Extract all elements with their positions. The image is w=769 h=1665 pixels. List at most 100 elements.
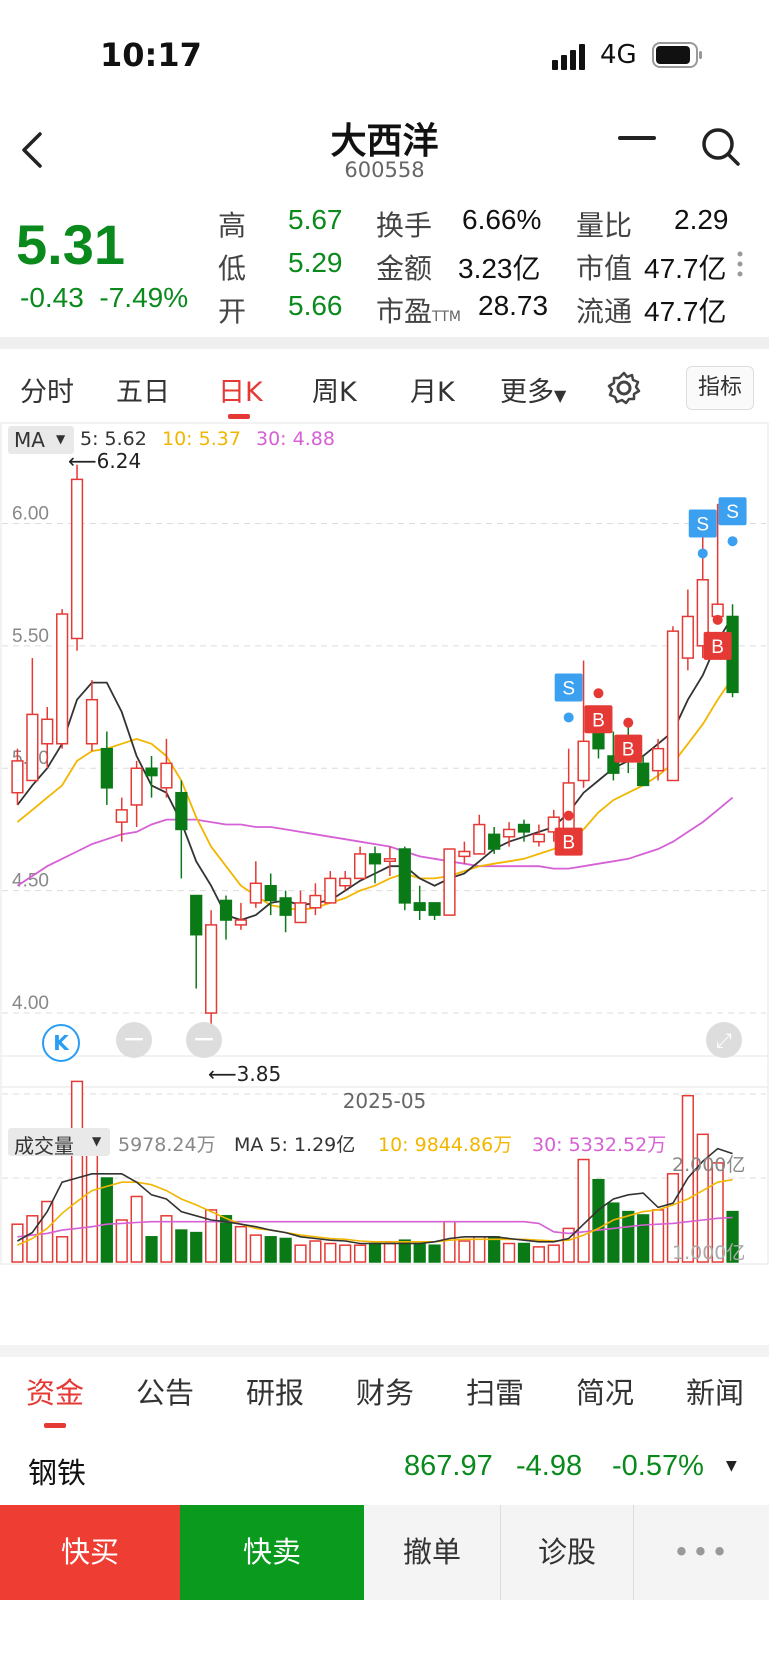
vol-ratio-value: 2.29: [674, 204, 729, 235]
volume-ma30: 30: 5332.52万: [532, 1134, 667, 1156]
tab-five-day[interactable]: 五日: [116, 370, 170, 409]
candle: [294, 902, 307, 924]
tab-research[interactable]: 研报: [246, 1370, 304, 1412]
candle: [562, 782, 575, 831]
signal-label: S: [562, 678, 575, 699]
signal-label: B: [562, 833, 575, 854]
signal-label: S: [726, 502, 739, 523]
tab-risk-scan[interactable]: 扫雷: [466, 1370, 524, 1412]
cancel-order-button[interactable]: 撤单: [364, 1505, 501, 1600]
sell-dot: [563, 712, 574, 723]
quick-sell-button[interactable]: 快卖: [180, 1505, 364, 1600]
fullscreen-icon[interactable]: ⤢: [706, 1022, 742, 1058]
tab-monthly-k[interactable]: 月K: [410, 370, 455, 409]
candle: [279, 897, 292, 916]
candle: [383, 858, 397, 863]
low-value: 5.29: [288, 247, 343, 278]
volume-bar: [339, 1244, 352, 1263]
candle: [264, 884, 277, 902]
diagnose-button[interactable]: 诊股: [501, 1505, 634, 1600]
candle: [711, 603, 724, 618]
volume-bar: [413, 1242, 426, 1263]
zoom-out-icon[interactable]: −: [116, 1022, 152, 1058]
search-icon[interactable]: [700, 126, 742, 168]
tab-news[interactable]: 新闻: [686, 1370, 744, 1412]
float-cap-label: 流通: [576, 295, 633, 328]
volume-bar: [115, 1219, 128, 1263]
candle: [26, 713, 39, 782]
industry-name[interactable]: 钢铁: [28, 1450, 86, 1492]
indicator-button[interactable]: 指标: [686, 366, 754, 410]
candle: [443, 848, 456, 916]
turnover-value: 6.66%: [462, 204, 542, 235]
tab-financials[interactable]: 财务: [356, 1370, 414, 1412]
ma30-legend: 30: 4.88: [256, 428, 335, 450]
tab-fenshi[interactable]: 分时: [20, 370, 74, 409]
volume-bar: [175, 1229, 188, 1263]
active-tab-indicator: [44, 1423, 66, 1428]
pe-value: 28.73: [478, 290, 549, 321]
mkt-cap-value: 47.7亿: [644, 253, 727, 284]
buy-dot: [593, 688, 604, 699]
divider: [0, 1345, 769, 1357]
y-tick-label: 5.50: [12, 626, 49, 647]
signal-label: B: [622, 740, 635, 761]
volume-bar: [294, 1244, 307, 1263]
caret-down-icon: ▼: [92, 1134, 102, 1148]
buy-dot: [623, 717, 634, 728]
current-price: 5.31: [16, 213, 125, 276]
candle: [681, 615, 694, 659]
zoom-in-icon[interactable]: −: [186, 1022, 222, 1058]
volume-bar: [190, 1231, 203, 1263]
volume-bar: [353, 1244, 367, 1263]
y-tick-label: 6.00: [12, 503, 49, 524]
tab-profile[interactable]: 简况: [576, 1370, 634, 1412]
ma-dropdown[interactable]: MA ▼: [8, 426, 74, 454]
volume-bar: [547, 1244, 560, 1263]
industry-change-pct: -0.57%: [612, 1450, 704, 1482]
tab-daily-k[interactable]: 日K: [218, 370, 263, 409]
volume-bar: [607, 1202, 620, 1263]
y-tick-label: 4.50: [12, 871, 49, 892]
tab-funds[interactable]: 资金: [26, 1370, 84, 1412]
candle: [368, 853, 382, 865]
low-label: 低: [218, 252, 247, 285]
volume-bar: [383, 1242, 397, 1263]
quick-buy-button[interactable]: 快买: [0, 1505, 180, 1600]
candle: [502, 828, 516, 838]
candle: [205, 924, 218, 1014]
volume-dropdown[interactable]: 成交量 ▼: [8, 1128, 110, 1158]
signal-label: S: [696, 514, 709, 535]
volume-ma10: 10: 9844.86万: [378, 1134, 513, 1156]
candle: [458, 850, 471, 858]
volume-bar: [577, 1158, 590, 1263]
k-toggle-icon[interactable]: K: [42, 1024, 80, 1062]
more-vertical-icon[interactable]: [736, 250, 744, 278]
volume-bar: [502, 1242, 516, 1263]
candle: [637, 762, 650, 787]
candle: [56, 613, 69, 745]
divider: [0, 337, 769, 349]
volume-bar: [592, 1178, 605, 1263]
ma10-legend: 10: 5.37: [162, 428, 241, 450]
candle: [473, 823, 486, 855]
volume-bar: [324, 1242, 337, 1263]
minus-icon[interactable]: [618, 136, 658, 142]
candle: [175, 791, 188, 831]
more-horizontal-icon[interactable]: •••: [634, 1505, 769, 1600]
candle: [219, 899, 233, 921]
gear-icon[interactable]: [606, 370, 642, 406]
float-cap-value: 47.7亿: [644, 296, 727, 327]
date-axis-label: 2025-05: [342, 1089, 427, 1113]
caret-down-icon[interactable]: ▼: [726, 1458, 737, 1474]
tab-announcements[interactable]: 公告: [136, 1370, 194, 1412]
tab-more[interactable]: 更多▼: [500, 370, 566, 409]
candle: [234, 919, 248, 926]
volume-bar: [443, 1220, 456, 1263]
high-label: 高: [218, 209, 247, 242]
y-tick-label: 4.00: [12, 993, 49, 1014]
volume-bar: [309, 1240, 322, 1263]
pe-label: 市盈TTM: [376, 290, 461, 330]
candle: [666, 630, 680, 782]
tab-weekly-k[interactable]: 周K: [312, 370, 357, 409]
